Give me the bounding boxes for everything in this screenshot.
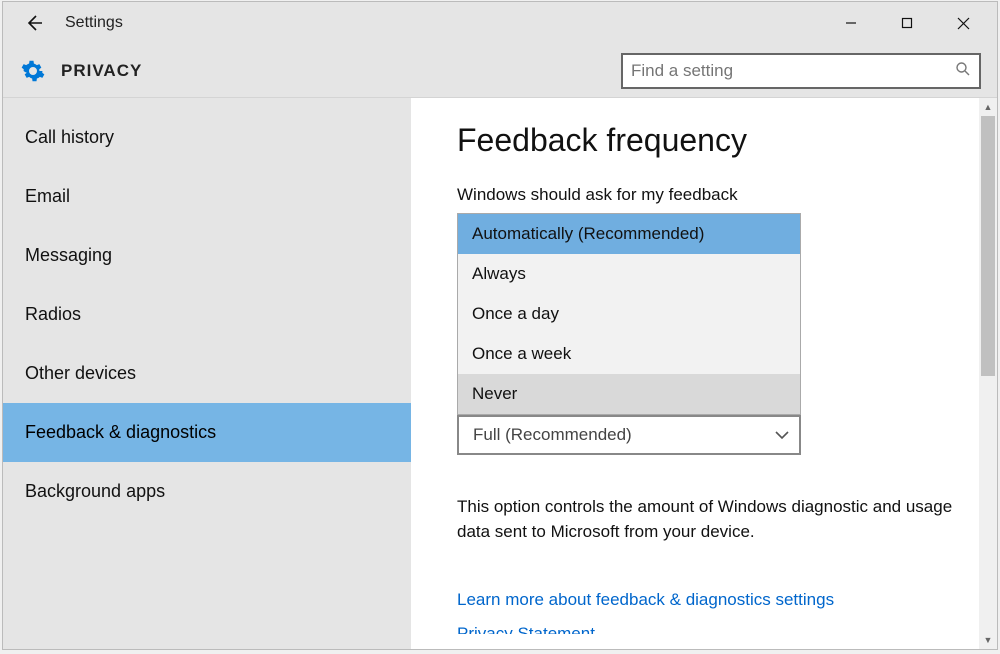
- sidebar-item-label: Radios: [25, 304, 81, 325]
- field-label: Windows should ask for my feedback: [457, 185, 975, 205]
- scroll-up-button[interactable]: ▲: [979, 98, 997, 116]
- scroll-thumb[interactable]: [981, 116, 995, 376]
- maximize-button[interactable]: [879, 7, 935, 39]
- sidebar-item-email[interactable]: Email: [3, 167, 411, 226]
- search-input[interactable]: [631, 61, 955, 81]
- diagnostic-data-value: Full (Recommended): [473, 425, 632, 445]
- header-row: PRIVACY: [3, 44, 997, 98]
- sidebar-item-call-history[interactable]: Call history: [3, 108, 411, 167]
- description-text: This option controls the amount of Windo…: [457, 495, 975, 544]
- learn-more-link[interactable]: Learn more about feedback & diagnostics …: [457, 590, 975, 610]
- sidebar-item-label: Email: [25, 186, 70, 207]
- minimize-button[interactable]: [823, 7, 879, 39]
- content-pane: Feedback frequency Windows should ask fo…: [411, 98, 997, 649]
- dropdown-option[interactable]: Once a day: [458, 294, 800, 334]
- chevron-down-icon: [775, 427, 789, 443]
- gear-icon: [21, 59, 45, 83]
- diagnostic-data-select[interactable]: Full (Recommended): [457, 415, 801, 455]
- sidebar-item-label: Other devices: [25, 363, 136, 384]
- close-button[interactable]: [935, 7, 991, 39]
- scroll-down-button[interactable]: ▼: [979, 631, 997, 649]
- body: Calendar Call history Email Messaging Radios…: [3, 98, 997, 649]
- sidebar-item-background-apps[interactable]: Background apps: [3, 462, 411, 521]
- sidebar-item-label: Messaging: [25, 245, 112, 266]
- titlebar: Settings: [3, 2, 997, 44]
- sidebar-item-feedback-diagnostics[interactable]: Feedback & diagnostics: [3, 403, 411, 462]
- window-controls: [823, 7, 991, 39]
- dropdown-option[interactable]: Always: [458, 254, 800, 294]
- scrollbar[interactable]: ▲ ▼: [979, 98, 997, 649]
- settings-window: Settings PRIVACY CalendarCall hist: [2, 1, 998, 650]
- search-box[interactable]: [621, 53, 981, 89]
- sidebar-item-calendar[interactable]: Calendar: [3, 98, 411, 108]
- back-button[interactable]: [15, 4, 53, 42]
- feedback-frequency-dropdown[interactable]: Automatically (Recommended)AlwaysOnce a …: [457, 213, 801, 415]
- dropdown-option[interactable]: Never: [458, 374, 800, 414]
- page-heading: Feedback frequency: [457, 122, 975, 159]
- privacy-statement-link[interactable]: Privacy Statement: [457, 624, 975, 634]
- sidebar-item-label: Background apps: [25, 481, 165, 502]
- sidebar-item-messaging[interactable]: Messaging: [3, 226, 411, 285]
- sidebar-item-other-devices[interactable]: Other devices: [3, 344, 411, 403]
- dropdown-option[interactable]: Automatically (Recommended): [458, 214, 800, 254]
- window-title: Settings: [53, 14, 123, 32]
- sidebar-item-label: Feedback & diagnostics: [25, 422, 216, 443]
- sidebar-item-radios[interactable]: Radios: [3, 285, 411, 344]
- search-icon: [955, 61, 971, 81]
- dropdown-option[interactable]: Once a week: [458, 334, 800, 374]
- section-title: PRIVACY: [61, 61, 142, 81]
- sidebar-item-label: Call history: [25, 127, 114, 148]
- sidebar: Calendar Call history Email Messaging Radios…: [3, 98, 411, 649]
